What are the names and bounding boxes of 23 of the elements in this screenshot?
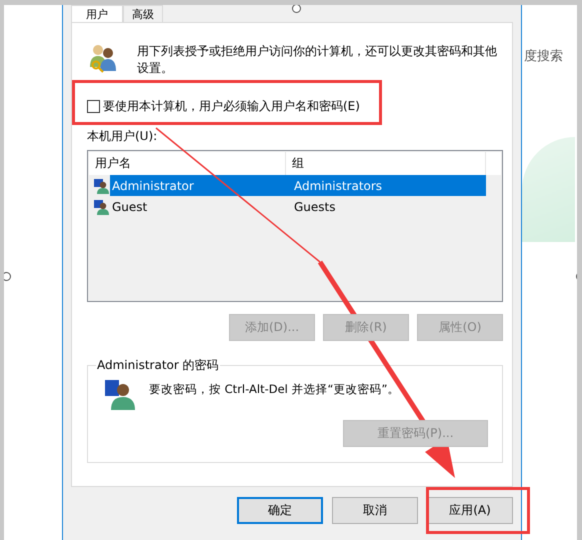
user-computer-icon (93, 178, 109, 194)
table-cell: Guests (294, 200, 336, 214)
tab[interactable]: 用户 (71, 5, 123, 22)
checkbox-label: 要使用本计算机，用户必须输入用户名和密码(E) (103, 98, 360, 115)
instruction-text: 要改密码，按 Ctrl-Alt-Del 并选择“更改密码”。 (149, 382, 400, 397)
table-cell: Administrators (294, 178, 382, 192)
checkbox[interactable]: 要使用本计算机，用户必须输入用户名和密码(E) (87, 98, 502, 115)
dialog-button[interactable]: 取消 (332, 497, 418, 524)
selection-handle[interactable] (4, 272, 11, 281)
table-cell-text: Administrator (111, 178, 195, 192)
search-text: 度搜索 (524, 48, 564, 65)
table-cell-text: Guest (111, 200, 148, 214)
tab[interactable]: 高级 (123, 5, 163, 22)
group-title: Administrator 的密码 (96, 357, 220, 374)
dialog-button[interactable]: 应用(A) (427, 497, 513, 524)
selection-handle[interactable] (292, 5, 301, 13)
user-row[interactable]: Administrator Administrators (110, 175, 486, 196)
user-computer-icon (93, 198, 109, 214)
list-label: 本机用户(U): (87, 128, 158, 145)
dialog-button[interactable]: 确定 (237, 497, 323, 524)
description-text: 用下列表授予或拒绝用户访问你的计算机，还可以更改其密码和其他设置。 (137, 43, 497, 77)
user-computer-icon (104, 378, 136, 410)
user-row[interactable]: Guest Guests (110, 196, 486, 217)
